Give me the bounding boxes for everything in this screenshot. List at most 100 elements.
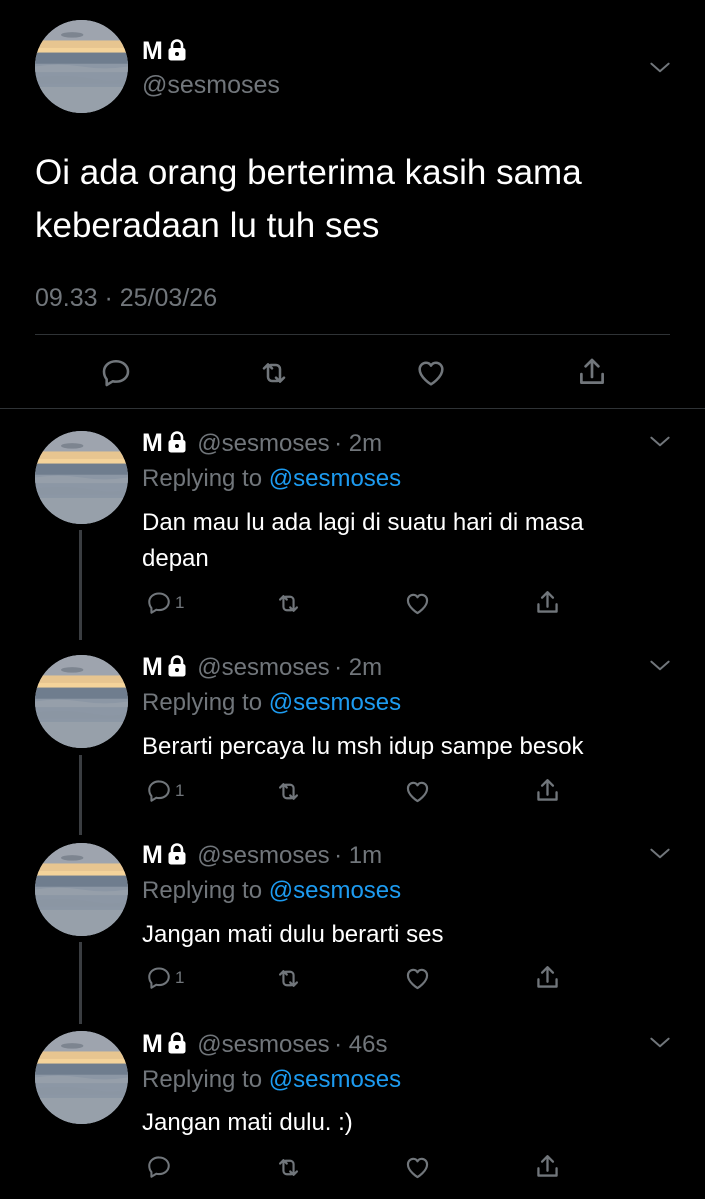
reply-text: Berarti percaya lu msh idup sampe besok (142, 729, 584, 765)
like-button[interactable] (415, 357, 447, 389)
like-button[interactable] (404, 1154, 431, 1181)
reply-time: · 2m (334, 654, 383, 681)
replying-to-link[interactable]: @sesmoses (269, 1066, 401, 1093)
heart-icon (404, 965, 431, 992)
retweet-button[interactable] (258, 357, 290, 389)
reply-icon (146, 1154, 172, 1180)
reply-button[interactable]: 1 (146, 965, 184, 991)
replying-to-link[interactable]: @sesmoses (269, 689, 401, 716)
like-button[interactable] (404, 778, 431, 805)
reply-text-line: Jangan mati dulu berarti ses (142, 921, 444, 948)
reply-time: · 1m (334, 842, 383, 869)
retweet-button[interactable] (275, 1154, 302, 1181)
lock-icon (167, 843, 187, 865)
avatar[interactable] (35, 431, 128, 524)
replying-to-label: Replying to (142, 465, 263, 492)
reply-icon (100, 357, 132, 389)
reply-header: M @sesmoses · 2m (142, 652, 382, 682)
lock-icon (167, 39, 187, 61)
reply-icon (146, 778, 172, 804)
author-name[interactable]: M (142, 429, 163, 457)
heart-icon (404, 590, 431, 617)
author-handle[interactable]: @sesmoses (142, 70, 280, 100)
heart-icon (404, 778, 431, 805)
tweet-text: Oi ada orang berterima kasih sama kebera… (35, 146, 582, 252)
reply-tweet[interactable]: M @sesmoses · 2m Replying to @sesmoses B… (0, 634, 705, 824)
divider (35, 334, 670, 335)
retweet-icon (275, 1154, 302, 1181)
replying-to-label: Replying to (142, 689, 263, 716)
share-button[interactable] (533, 963, 562, 992)
chevron-down-icon[interactable] (647, 1030, 673, 1056)
reply-header: M @sesmoses · 1m (142, 840, 382, 870)
share-icon (533, 963, 562, 992)
avatar[interactable] (35, 1031, 128, 1124)
reply-time: · 2m (334, 430, 383, 457)
reply-header: M @sesmoses · 2m (142, 428, 382, 458)
replying-to-label: Replying to (142, 1066, 263, 1093)
retweet-button[interactable] (275, 590, 302, 617)
author-name[interactable]: M (142, 841, 163, 869)
reply-count: 1 (175, 968, 185, 987)
share-icon (575, 355, 609, 389)
share-button[interactable] (575, 355, 609, 389)
tweet-text-line: keberadaan lu tuh ses (35, 206, 380, 245)
reply-text: Jangan mati dulu. :) (142, 1105, 353, 1141)
replying-to: Replying to @sesmoses (142, 688, 401, 718)
reply-button[interactable] (100, 357, 132, 389)
share-icon (533, 1152, 562, 1181)
reply-tweet[interactable]: M @sesmoses · 46s Replying to @sesmoses … (0, 1011, 705, 1199)
retweet-button[interactable] (275, 778, 302, 805)
reply-tweet[interactable]: M @sesmoses · 1m Replying to @sesmoses J… (0, 822, 705, 1012)
author-name[interactable]: M (142, 1030, 163, 1058)
reply-text: Jangan mati dulu berarti ses (142, 917, 444, 953)
reply-button[interactable]: 1 (146, 590, 184, 616)
lock-icon (167, 1032, 187, 1054)
reply-text-line: Dan mau lu ada lagi di suatu hari di mas… (142, 509, 584, 536)
replying-to-label: Replying to (142, 877, 263, 904)
reply-time: · 46s (334, 1031, 388, 1058)
chevron-down-icon[interactable] (647, 653, 673, 679)
share-button[interactable] (533, 588, 562, 617)
reply-button[interactable] (146, 1154, 172, 1180)
author-name[interactable]: M (142, 37, 163, 65)
author-handle[interactable]: @sesmoses (197, 842, 329, 869)
reply-count: 1 (175, 593, 185, 612)
lock-icon (167, 431, 187, 453)
avatar[interactable] (35, 843, 128, 936)
reply-header: M @sesmoses · 46s (142, 1029, 388, 1059)
author-handle[interactable]: @sesmoses (197, 430, 329, 457)
replying-to-link[interactable]: @sesmoses (269, 465, 401, 492)
author-handle[interactable]: @sesmoses (197, 654, 329, 681)
heart-icon (415, 357, 447, 389)
retweet-icon (275, 590, 302, 617)
share-icon (533, 588, 562, 617)
author-handle[interactable]: @sesmoses (197, 1031, 329, 1058)
author-name[interactable]: M (142, 653, 163, 681)
like-button[interactable] (404, 965, 431, 992)
author-name-row[interactable]: M (142, 36, 187, 66)
replying-to-link[interactable]: @sesmoses (269, 877, 401, 904)
share-icon (533, 776, 562, 805)
reply-text: Dan mau lu ada lagi di suatu hari di mas… (142, 505, 584, 577)
share-button[interactable] (533, 776, 562, 805)
replying-to: Replying to @sesmoses (142, 464, 401, 494)
chevron-down-icon[interactable] (647, 429, 673, 455)
reply-button[interactable]: 1 (146, 778, 184, 804)
retweet-icon (275, 778, 302, 805)
avatar[interactable] (35, 20, 128, 113)
reply-tweet[interactable]: M @sesmoses · 2m Replying to @sesmoses D… (0, 410, 705, 634)
heart-icon (404, 1154, 431, 1181)
retweet-button[interactable] (275, 965, 302, 992)
reply-text-line: Jangan mati dulu. :) (142, 1109, 353, 1136)
tweet-text-line: Oi ada orang berterima kasih sama (35, 153, 582, 192)
tweet-timestamp[interactable]: 09.33 · 25/03/26 (35, 283, 217, 313)
chevron-down-icon[interactable] (647, 841, 673, 867)
chevron-down-icon[interactable] (647, 55, 673, 81)
reply-icon (146, 590, 172, 616)
divider (0, 408, 705, 409)
like-button[interactable] (404, 590, 431, 617)
avatar[interactable] (35, 655, 128, 748)
share-button[interactable] (533, 1152, 562, 1181)
replying-to: Replying to @sesmoses (142, 876, 401, 906)
